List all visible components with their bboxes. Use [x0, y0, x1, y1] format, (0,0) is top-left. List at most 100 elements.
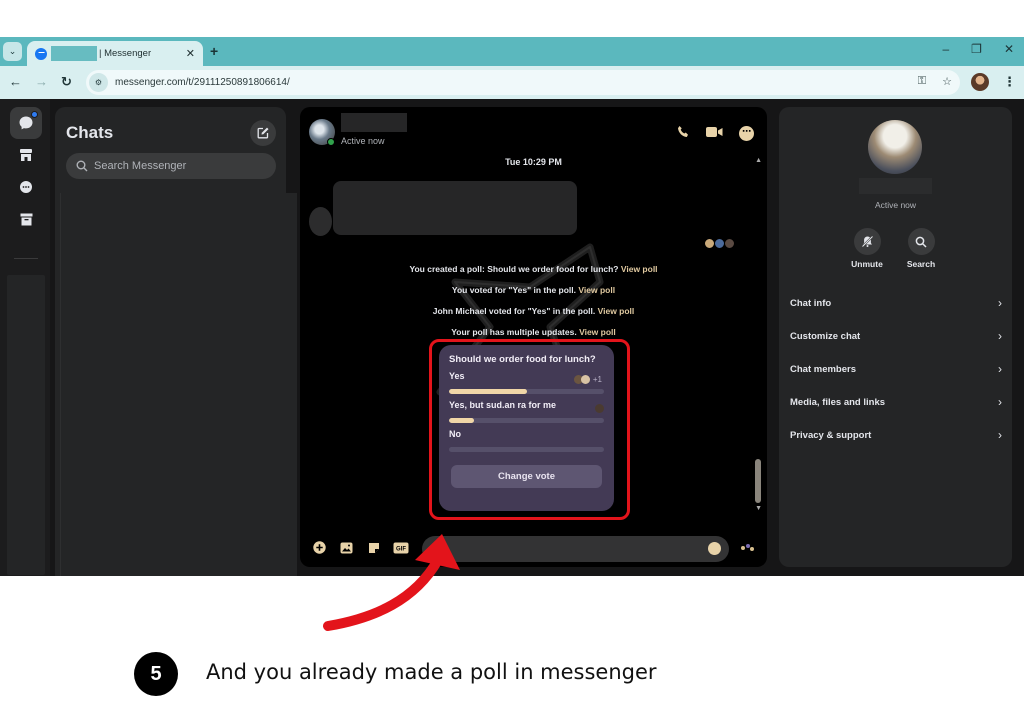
storefront-icon — [20, 149, 32, 161]
red-arrow-annotation-icon — [323, 534, 460, 631]
view-poll-link[interactable]: View poll — [579, 327, 616, 337]
window-controls: – ❐ ✕ — [942, 42, 1014, 56]
seen-avatar — [724, 238, 735, 249]
info-status: Active now — [874, 200, 917, 210]
view-poll-link[interactable]: View poll — [621, 264, 658, 274]
redacted-tab-text — [51, 46, 97, 61]
rail-empty-area — [7, 275, 45, 575]
search-placeholder: Search Messenger — [94, 160, 187, 172]
rail-item-chats[interactable] — [10, 107, 42, 139]
video-call-icon[interactable] — [706, 125, 723, 141]
close-window-button[interactable]: ✕ — [1004, 42, 1014, 56]
url-text[interactable]: messenger.com/t/29111250891806614/ — [115, 77, 290, 88]
poll-progress-track — [449, 389, 604, 394]
step-number-badge: 5 — [134, 652, 178, 696]
instruction-caption: And you already made a poll in messenger — [206, 660, 657, 684]
online-indicator — [327, 138, 335, 146]
compose-icon — [257, 127, 269, 139]
page: ⌄ | Messenger ✕ + – ❐ ✕ ← → ↻ ⚙ messenge… — [0, 0, 1024, 724]
search-action[interactable]: Search — [896, 228, 946, 269]
search-label: Search — [906, 259, 936, 269]
notification-badge — [31, 111, 38, 118]
browser-menu-icon[interactable]: ⋮ — [1003, 74, 1016, 90]
search-messenger-input[interactable]: Search Messenger — [66, 153, 276, 179]
site-info-icon[interactable]: ⚙ — [89, 73, 108, 92]
phone-call-icon[interactable] — [677, 125, 690, 141]
system-message: John Michael voted for "Yes" in the poll… — [432, 306, 635, 316]
contact-profile-photo[interactable] — [868, 120, 922, 174]
new-message-button[interactable] — [250, 120, 276, 146]
message-dots-icon — [20, 181, 32, 193]
poll-progress-track — [449, 418, 604, 423]
bookmark-star-icon[interactable]: ☆ — [942, 75, 952, 88]
close-tab-icon[interactable]: ✕ — [186, 47, 195, 60]
info-row-media-files-links[interactable]: Media, files and links › — [790, 391, 1002, 413]
sender-avatar — [309, 207, 332, 236]
chat-list — [60, 193, 297, 576]
back-arrow-icon[interactable]: ← — [9, 74, 22, 89]
unmute-action[interactable]: Unmute — [842, 228, 892, 269]
poll-option[interactable]: No — [449, 429, 604, 452]
forward-arrow-icon[interactable]: → — [35, 74, 48, 89]
search-in-conversation-button[interactable] — [907, 228, 935, 255]
rail-item-message-requests[interactable] — [10, 171, 42, 203]
minimize-button[interactable]: – — [942, 42, 949, 56]
info-row-privacy-support[interactable]: Privacy & support › — [790, 424, 1002, 446]
tab-title: | Messenger — [99, 48, 152, 59]
redacted-contact-name — [859, 178, 932, 194]
poll-progress-track — [449, 447, 604, 452]
reload-icon[interactable]: ↻ — [61, 74, 72, 90]
password-key-icon[interactable]: ⚿ — [918, 75, 926, 88]
chevron-down-icon: ⌄ — [8, 46, 17, 56]
scroll-down-arrow[interactable]: ▼ — [755, 505, 762, 512]
voter-avatar — [595, 404, 604, 413]
restore-button[interactable]: ❐ — [971, 42, 982, 56]
new-tab-button[interactable]: + — [210, 43, 218, 59]
bell-off-icon — [861, 235, 873, 248]
view-poll-link[interactable]: View poll — [578, 285, 615, 295]
contact-status: Active now — [341, 136, 385, 146]
scrollbar-thumb[interactable] — [755, 459, 761, 503]
conversation-info-panel: Active now Unmute Search Chat info › Cus… — [779, 107, 1012, 567]
search-icon — [915, 236, 927, 248]
info-row-customize-chat[interactable]: Customize chat › — [790, 325, 1002, 347]
poll-progress-fill — [449, 389, 527, 394]
info-row-chat-info[interactable]: Chat info › — [790, 292, 1002, 314]
chats-panel: Chats Search Messenger — [55, 107, 297, 576]
poll-voters[interactable]: +1 — [573, 375, 602, 384]
view-poll-link[interactable]: View poll — [598, 306, 635, 316]
chevron-right-icon: › — [998, 296, 1002, 310]
info-row-chat-members[interactable]: Chat members › — [790, 358, 1002, 380]
redacted-message-bubble[interactable] — [333, 181, 577, 235]
chevron-right-icon: › — [998, 329, 1002, 343]
scroll-up-arrow[interactable]: ▲ — [755, 157, 762, 164]
conversation-panel: Active now ⋯ Tue 10:29 PM You created a … — [300, 107, 767, 567]
poll-option-label: Yes, but sud.an ra for me — [449, 400, 557, 410]
chevron-right-icon: › — [998, 428, 1002, 442]
profile-avatar[interactable] — [971, 73, 989, 91]
poll-option[interactable]: Yes +1 — [449, 371, 604, 394]
message-timestamp: Tue 10:29 PM — [505, 157, 562, 167]
system-message: Your poll has multiple updates. View pol… — [451, 327, 616, 337]
poll-option[interactable]: Yes, but sud.an ra for me — [449, 400, 604, 423]
browser-tab[interactable]: | Messenger ✕ — [27, 41, 203, 66]
redacted-contact-name[interactable] — [341, 113, 407, 132]
more-options-icon[interactable]: ⋯ — [739, 125, 754, 141]
change-vote-button[interactable]: Change vote — [451, 465, 602, 488]
system-message: You created a poll: Should we order food… — [409, 264, 658, 274]
unmute-button[interactable] — [853, 228, 881, 255]
rail-item-archive[interactable] — [10, 203, 42, 235]
tab-search-button[interactable]: ⌄ — [3, 42, 22, 61]
chevron-right-icon: › — [998, 395, 1002, 409]
poll-option-label: No — [449, 429, 461, 439]
address-bar[interactable]: ⚙ messenger.com/t/29111250891806614/ ⚿ ☆ — [86, 70, 960, 95]
emoji-icon[interactable] — [708, 542, 721, 555]
messenger-app: Chats Search Messenger Active now ⋯ Tue … — [0, 99, 1024, 576]
poll-progress-fill — [449, 418, 474, 423]
reaction-sparkle-icon[interactable] — [740, 541, 756, 554]
browser-toolbar: ← → ↻ ⚙ messenger.com/t/2911125089180661… — [0, 66, 1024, 99]
poll-voters[interactable] — [595, 404, 604, 413]
chats-heading: Chats — [66, 123, 114, 142]
rail-item-marketplace[interactable] — [10, 139, 42, 171]
search-icon — [76, 160, 88, 172]
